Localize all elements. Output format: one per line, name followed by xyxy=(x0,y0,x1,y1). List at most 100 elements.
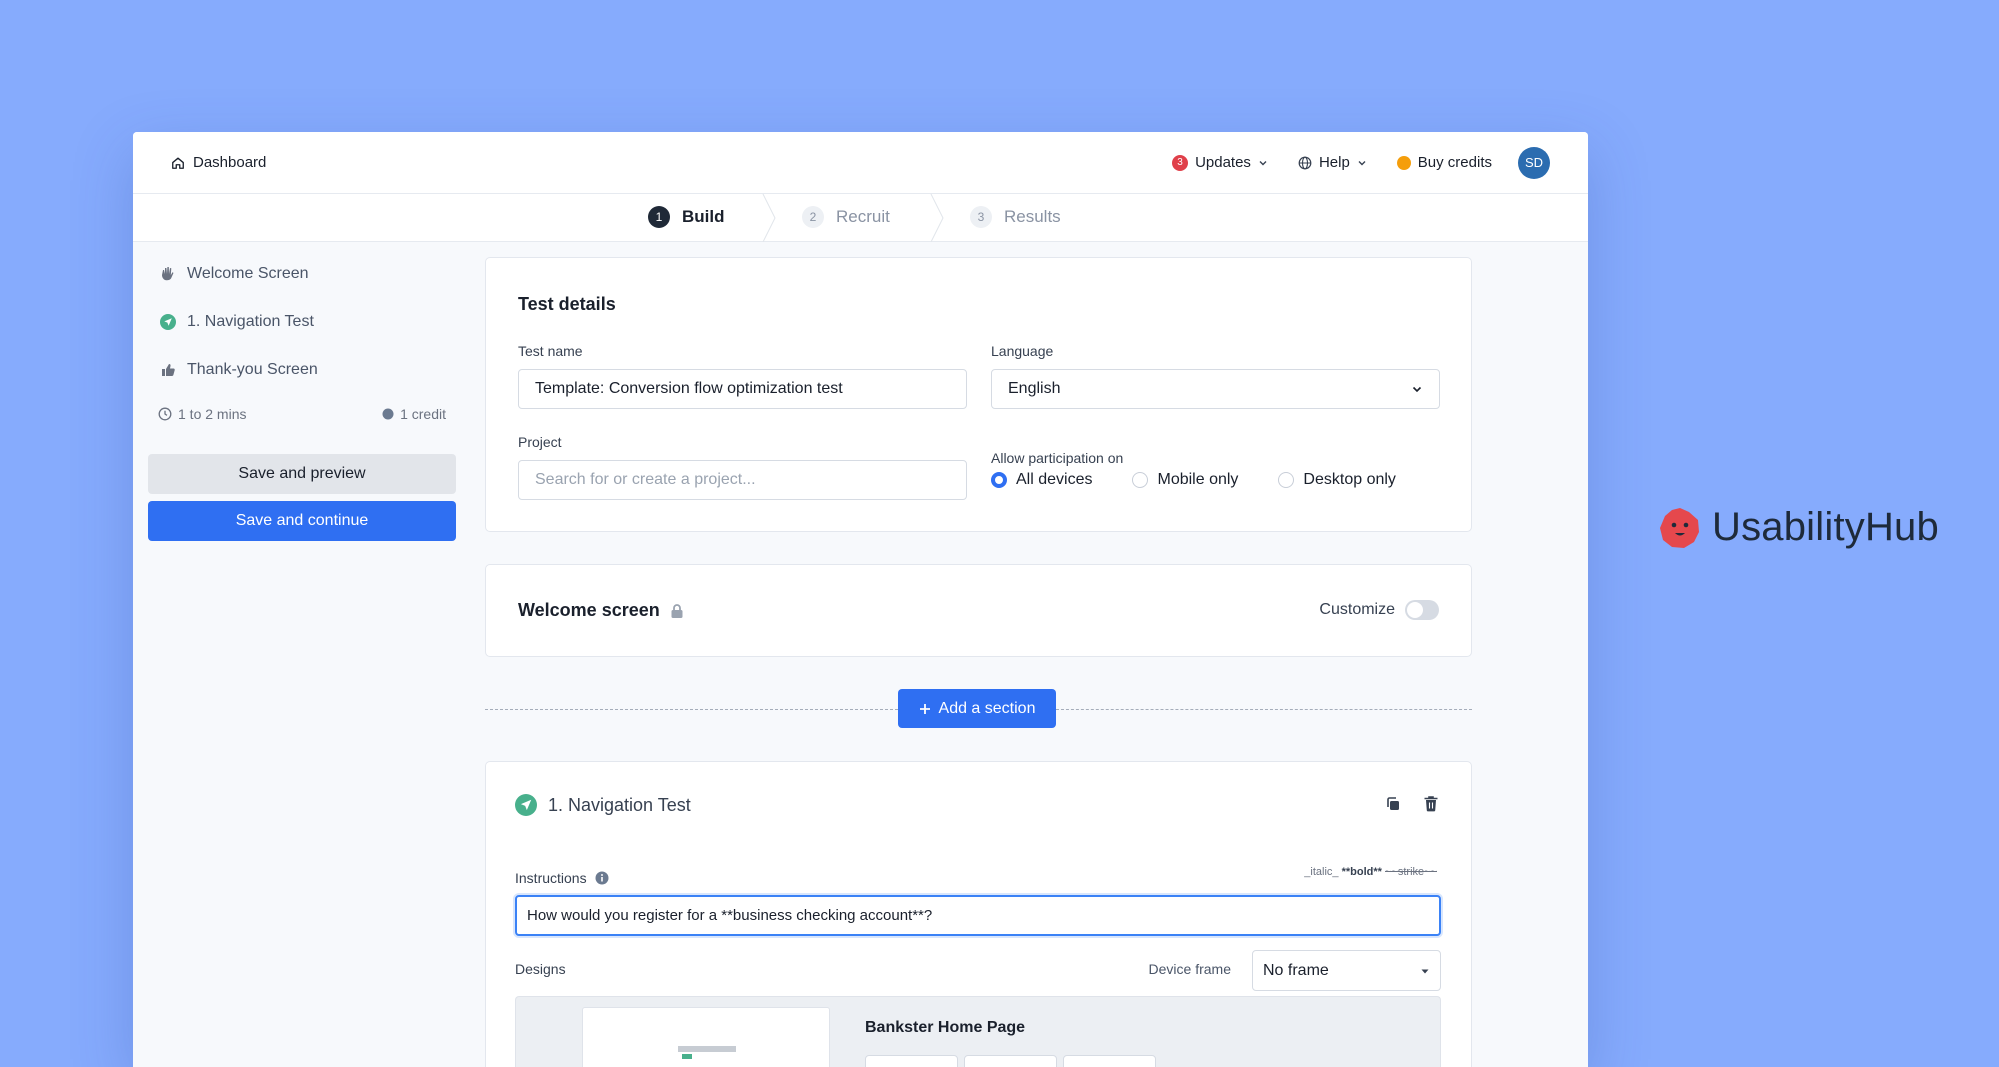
brand-name: UsabilityHub xyxy=(1712,505,1939,549)
save-and-preview-button[interactable]: Save and preview xyxy=(148,454,456,494)
trash-icon[interactable] xyxy=(1423,795,1439,812)
section-divider-left xyxy=(485,709,898,710)
lock-icon xyxy=(671,603,683,618)
design-item[interactable]: Bankster Home Page xyxy=(515,996,1441,1067)
test-details-title: Test details xyxy=(518,294,616,314)
radio-label: All devices xyxy=(1016,471,1093,488)
format-strike-hint: ~~strike~~ xyxy=(1385,866,1437,878)
add-section-label: Add a section xyxy=(938,699,1036,717)
test-name-input[interactable] xyxy=(518,369,967,409)
navigation-test-card: 1. Navigation Test Instructions _italic_… xyxy=(485,761,1472,1067)
info-icon[interactable] xyxy=(595,871,609,885)
instructions-input[interactable] xyxy=(515,895,1441,936)
chevron-down-icon xyxy=(1259,160,1267,165)
customize-toggle[interactable] xyxy=(1405,600,1439,620)
step-label: Results xyxy=(1004,207,1061,226)
device-frame-value: No frame xyxy=(1263,961,1329,979)
welcome-screen-title: Welcome screen xyxy=(518,600,660,620)
design-action-button[interactable] xyxy=(1063,1055,1156,1067)
design-action-button[interactable] xyxy=(865,1055,958,1067)
language-value: English xyxy=(1008,380,1061,397)
wave-hand-icon xyxy=(162,267,174,281)
dashboard-link[interactable]: Dashboard xyxy=(171,154,266,171)
radio-desktop-only[interactable]: Desktop only xyxy=(1278,471,1396,489)
step-results[interactable]: 3 Results xyxy=(970,206,1061,228)
step-number: 1 xyxy=(648,206,670,228)
duplicate-icon[interactable] xyxy=(1385,796,1401,812)
dashboard-label: Dashboard xyxy=(193,154,267,171)
navigation-test-title: 1. Navigation Test xyxy=(548,794,691,815)
navigation-icon xyxy=(515,794,537,816)
step-separator xyxy=(762,194,776,242)
radio-all-devices[interactable]: All devices xyxy=(991,471,1092,489)
device-frame-select[interactable]: No frame xyxy=(1252,950,1441,991)
participation-label: Allow participation on xyxy=(991,450,1124,466)
step-label: Build xyxy=(682,207,725,226)
top-nav-bar: Dashboard 3 Updates Help Buy credits SD xyxy=(133,132,1588,194)
design-thumbnail[interactable] xyxy=(582,1007,830,1067)
language-label: Language xyxy=(991,343,1054,359)
designs-label: Designs xyxy=(515,961,566,977)
thumbs-up-icon xyxy=(162,364,175,376)
step-recruit[interactable]: 2 Recruit xyxy=(802,206,890,228)
duration-text: 1 to 2 mins xyxy=(178,406,247,422)
sidebar: Welcome Screen 1. Navigation Test Thank-… xyxy=(148,262,456,541)
globe-icon xyxy=(1298,156,1312,169)
format-bold-hint: **bold** xyxy=(1341,866,1382,878)
test-name-label: Test name xyxy=(518,343,583,359)
customize-label: Customize xyxy=(1319,601,1395,618)
chevron-down-icon xyxy=(1358,160,1366,165)
step-number: 3 xyxy=(970,206,992,228)
help-menu[interactable]: Help xyxy=(1298,154,1367,171)
design-name: Bankster Home Page xyxy=(865,1019,1026,1036)
participation-radio-group: All devices Mobile only Desktop only xyxy=(991,471,1396,489)
credit-coin-icon xyxy=(382,408,394,420)
sidebar-item-navigation-test[interactable]: 1. Navigation Test xyxy=(160,310,456,334)
welcome-screen-card: Welcome screen Customize xyxy=(485,564,1472,657)
radio-button-selected[interactable] xyxy=(991,472,1007,488)
save-and-continue-button[interactable]: Save and continue xyxy=(148,501,456,541)
device-frame-label: Device frame xyxy=(1148,961,1231,977)
sidebar-item-welcome-screen[interactable]: Welcome Screen xyxy=(160,262,456,286)
language-select[interactable]: English xyxy=(991,369,1440,409)
thumbnail-header-graphic xyxy=(678,1046,736,1052)
usabilityhub-logo: UsabilityHub xyxy=(1658,505,1939,550)
clock-icon xyxy=(158,407,172,421)
plus-icon xyxy=(919,703,930,714)
formatting-hint: _italic_ **bold** ~~strike~~ xyxy=(1304,866,1437,878)
buy-credits-label: Buy credits xyxy=(1417,154,1492,171)
usabilityhub-mascot-icon xyxy=(1660,507,1699,548)
radio-button[interactable] xyxy=(1278,472,1295,488)
app-window: Dashboard 3 Updates Help Buy credits SD … xyxy=(133,132,1588,1067)
buy-credits-button[interactable]: Buy credits xyxy=(1396,154,1492,171)
credits-coin-icon xyxy=(1396,155,1411,170)
caret-down-icon xyxy=(1421,969,1429,973)
radio-label: Desktop only xyxy=(1303,471,1396,488)
credits-text: 1 credit xyxy=(400,406,446,422)
add-section-button[interactable]: Add a section xyxy=(898,689,1056,728)
test-meta: 1 to 2 mins 1 credit xyxy=(158,406,446,422)
thumbnail-button-graphic xyxy=(682,1054,692,1059)
help-label: Help xyxy=(1318,154,1350,171)
test-details-card: Test details Test name Language English … xyxy=(485,257,1472,532)
radio-label: Mobile only xyxy=(1157,471,1239,488)
radio-mobile-only[interactable]: Mobile only xyxy=(1132,471,1238,489)
updates-menu[interactable]: 3 Updates xyxy=(1172,154,1268,171)
section-divider-right xyxy=(1056,709,1472,710)
project-search-input[interactable] xyxy=(518,460,967,500)
instructions-label: Instructions xyxy=(515,870,587,886)
step-label: Recruit xyxy=(836,207,890,226)
credits-info: 1 credit xyxy=(382,406,446,422)
design-action-button[interactable] xyxy=(964,1055,1057,1067)
user-avatar[interactable]: SD xyxy=(1518,146,1550,179)
sidebar-item-label: Thank-you Screen xyxy=(187,361,318,378)
step-build[interactable]: 1 Build xyxy=(648,206,725,228)
updates-label: Updates xyxy=(1195,154,1251,171)
sidebar-item-label: 1. Navigation Test xyxy=(187,313,314,330)
step-number: 2 xyxy=(802,206,824,228)
project-label: Project xyxy=(518,434,562,450)
radio-button[interactable] xyxy=(1132,472,1149,488)
step-separator xyxy=(930,194,944,242)
sidebar-item-thank-you-screen[interactable]: Thank-you Screen xyxy=(160,358,456,382)
format-italic-hint: _italic_ xyxy=(1304,866,1339,878)
